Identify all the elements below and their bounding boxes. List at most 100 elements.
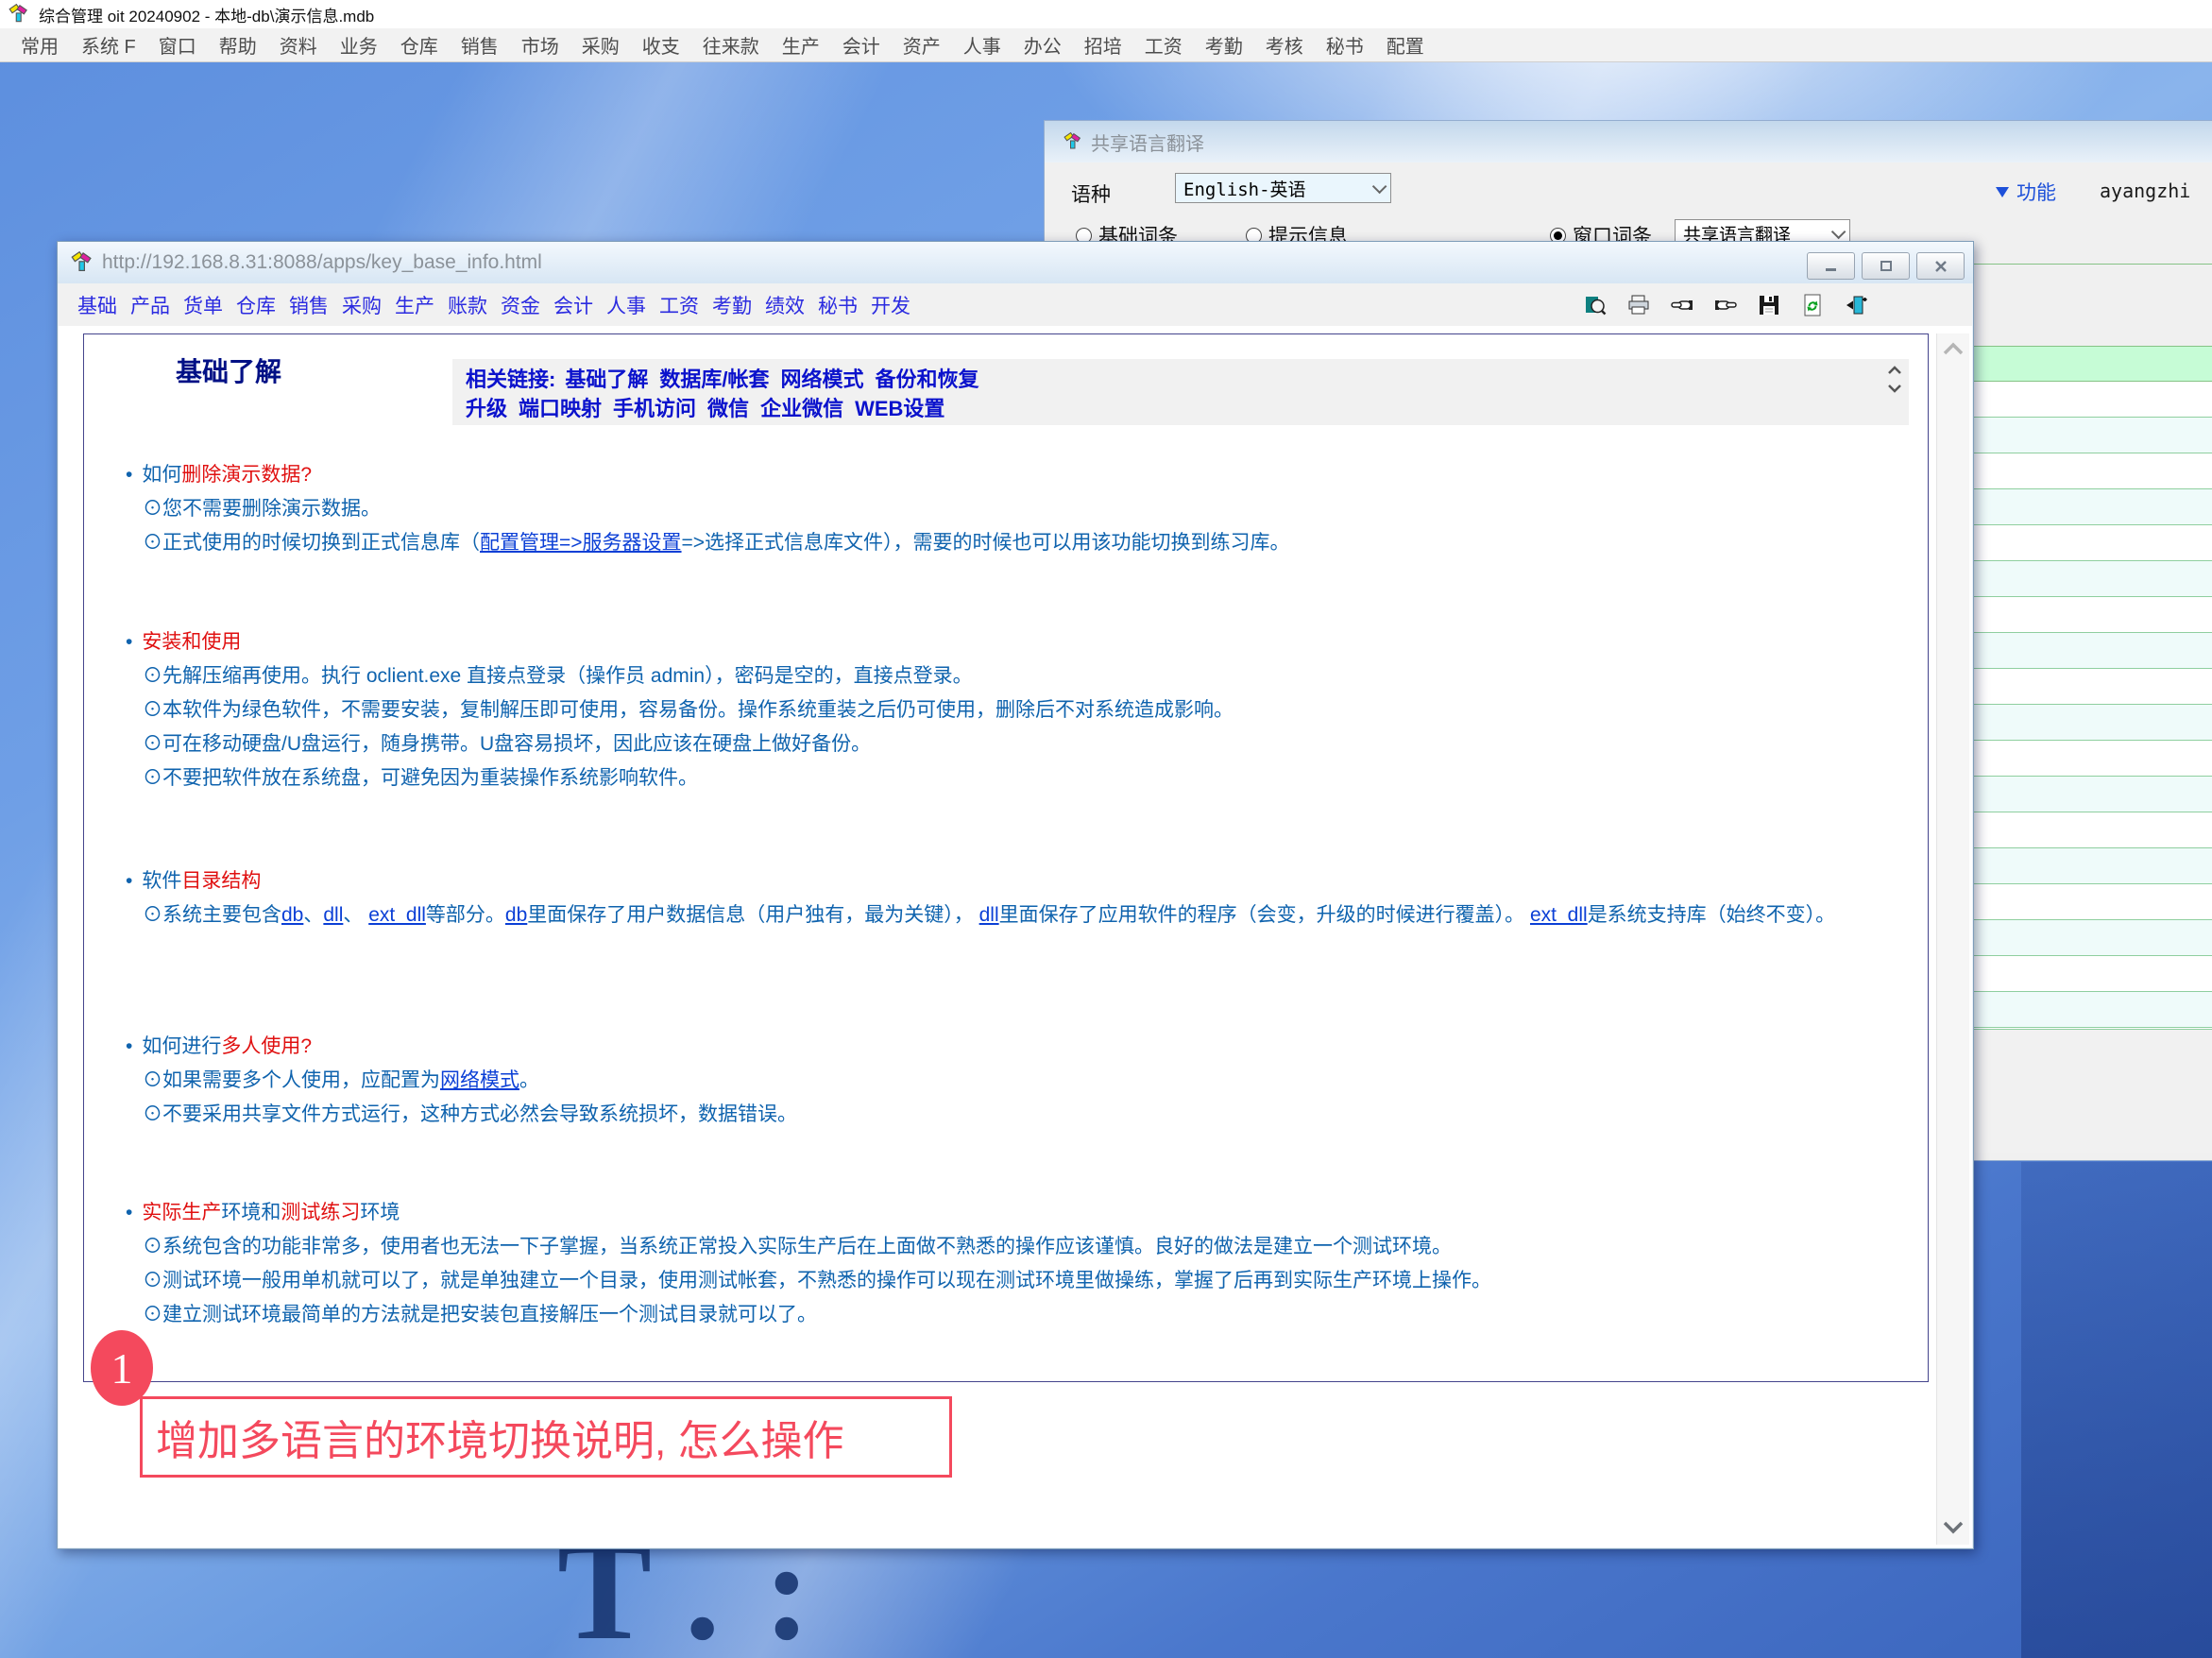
browser-titlebar: http://192.168.8.31:8088/apps/key_base_i…: [58, 242, 1973, 283]
browser-menu-item[interactable]: 产品: [124, 291, 177, 319]
print-icon[interactable]: [1627, 294, 1650, 316]
browser-menu-item[interactable]: 会计: [547, 291, 600, 319]
inline-link[interactable]: dll: [323, 904, 343, 926]
content-section: •如何进行多人使用?⊙如果需要多个人使用，应配置为网络模式。⊙不要采用共享文件方…: [126, 1030, 1901, 1132]
app-menu-item[interactable]: 考勤: [1194, 31, 1254, 59]
text-segment: 环境和: [221, 1202, 281, 1223]
app-menu-item[interactable]: 往来款: [691, 31, 771, 59]
language-select[interactable]: English-英语: [1175, 173, 1391, 203]
app-menu-item[interactable]: 系统 F: [70, 31, 147, 59]
inline-link[interactable]: db: [281, 904, 303, 926]
related-link[interactable]: 端口映射: [519, 397, 602, 420]
app-menu-item[interactable]: 仓库: [389, 31, 450, 59]
text-segment: 等部分。: [426, 904, 505, 926]
app-menu-item[interactable]: 资料: [268, 31, 329, 59]
text-segment: ⊙不要采用共享文件方式运行，这种方式必然会导致系统损坏，数据错误。: [143, 1103, 797, 1125]
app-menu-item[interactable]: 秘书: [1315, 31, 1375, 59]
app-menu-item[interactable]: 帮助: [208, 31, 268, 59]
text-segment: 环境: [360, 1202, 400, 1223]
browser-window: http://192.168.8.31:8088/apps/key_base_i…: [57, 241, 1974, 1549]
text-segment: 里面保存了用户数据信息（用户独有，最为关键），: [527, 904, 978, 926]
point-left-icon[interactable]: [1671, 294, 1693, 316]
content-section: •如何删除演示数据?⊙您不需要删除演示数据。⊙正式使用的时候切换到正式信息库（配…: [126, 458, 1901, 560]
app-menu-item[interactable]: 办公: [1012, 31, 1073, 59]
related-link[interactable]: 数据库/帐套: [659, 367, 769, 391]
related-link[interactable]: 基础了解: [565, 367, 648, 391]
app-menu-item[interactable]: 会计: [831, 31, 892, 59]
text-segment: ⊙如果需要多个人使用，应配置为: [143, 1069, 440, 1091]
related-link[interactable]: 微信: [707, 397, 749, 420]
inline-link[interactable]: ext_dll: [1530, 904, 1588, 926]
maximize-button[interactable]: [1862, 252, 1910, 280]
inline-link[interactable]: ext_dll: [368, 904, 426, 926]
related-link[interactable]: 网络模式: [780, 367, 863, 391]
scroll-up-icon[interactable]: [1886, 365, 1903, 375]
inline-link[interactable]: db: [505, 904, 527, 926]
browser-menu-item[interactable]: 资金: [494, 291, 547, 319]
related-link[interactable]: WEB设置: [855, 397, 944, 420]
text-segment: 多人使用?: [221, 1035, 312, 1057]
bullet-icon: •: [126, 631, 132, 653]
exit-icon[interactable]: [1845, 294, 1867, 316]
related-link[interactable]: 手机访问: [613, 397, 696, 420]
app-menu-item[interactable]: 资产: [892, 31, 952, 59]
browser-menu-item[interactable]: 货单: [177, 291, 230, 319]
browser-menu-item[interactable]: 开发: [864, 291, 917, 319]
inline-link[interactable]: 配置管理=>服务器设置: [480, 532, 682, 554]
scrollbar-down-icon[interactable]: [1942, 1520, 1965, 1535]
point-right-icon[interactable]: [1714, 294, 1737, 316]
related-link[interactable]: 备份和恢复: [875, 367, 978, 391]
app-menu-item[interactable]: 配置: [1375, 31, 1436, 59]
browser-menu-item[interactable]: 销售: [282, 291, 335, 319]
browser-menu-item[interactable]: 采购: [335, 291, 388, 319]
maximize-icon: [1878, 260, 1895, 273]
content-section: •安装和使用⊙先解压缩再使用。执行 oclient.exe 直接点登录（操作员 …: [126, 625, 1901, 795]
function-button[interactable]: 功能: [1996, 178, 2056, 206]
minimize-button[interactable]: [1807, 252, 1855, 280]
scroll-down-icon[interactable]: [1886, 384, 1903, 394]
related-links-box: 相关链接: 基础了解数据库/帐套网络模式备份和恢复 升级端口映射手机访问微信企业微…: [452, 359, 1909, 425]
browser-menu-item[interactable]: 考勤: [706, 291, 758, 319]
print-preview-icon[interactable]: [1584, 294, 1607, 316]
app-menu-item[interactable]: 收支: [631, 31, 691, 59]
app-menu-item[interactable]: 窗口: [147, 31, 208, 59]
app-menu-item[interactable]: 常用: [9, 31, 70, 59]
browser-menu-item[interactable]: 基础: [71, 291, 124, 319]
inline-link[interactable]: 网络模式: [440, 1069, 519, 1091]
text-segment: 是系统支持库（始终不变）。: [1588, 904, 1836, 926]
app-menu-item[interactable]: 生产: [771, 31, 831, 59]
related-prefix: 相关链接:: [466, 367, 555, 391]
close-icon: [1932, 260, 1949, 273]
browser-menu-item[interactable]: 账款: [441, 291, 494, 319]
app-menu-item[interactable]: 考核: [1254, 31, 1315, 59]
app-menu-item[interactable]: 销售: [450, 31, 510, 59]
save-icon[interactable]: [1758, 294, 1780, 316]
app-menu-item[interactable]: 招培: [1073, 31, 1133, 59]
browser-menu-item[interactable]: 生产: [388, 291, 441, 319]
section-item: ⊙不要采用共享文件方式运行，这种方式必然会导致系统损坏，数据错误。: [143, 1098, 1901, 1132]
browser-menu-item[interactable]: 工资: [653, 291, 706, 319]
browser-menu-item[interactable]: 秘书: [811, 291, 864, 319]
related-link[interactable]: 升级: [466, 397, 507, 420]
browser-menu-item[interactable]: 仓库: [230, 291, 282, 319]
app-menu-item[interactable]: 采购: [570, 31, 631, 59]
app-menu-item[interactable]: 业务: [329, 31, 389, 59]
browser-toolbar: [1584, 283, 1867, 326]
browser-menu-item[interactable]: 人事: [600, 291, 653, 319]
section-item: ⊙测试环境一般用单机就可以了，就是单独建立一个目录，使用测试帐套，不熟悉的操作可…: [143, 1264, 1901, 1298]
browser-content: 基础了解 相关链接: 基础了解数据库/帐套网络模式备份和恢复 升级端口映射手机访问…: [59, 326, 1972, 1547]
section-title: •如何删除演示数据?: [126, 458, 1901, 492]
scrollbar-up-icon[interactable]: [1942, 341, 1965, 356]
text-segment: ⊙测试环境一般用单机就可以了，就是单独建立一个目录，使用测试帐套，不熟悉的操作可…: [143, 1270, 1491, 1291]
app-menu-item[interactable]: 人事: [952, 31, 1012, 59]
app-menu-item[interactable]: 工资: [1133, 31, 1194, 59]
text-segment: ⊙建立测试环境最简单的方法就是把安装包直接解压一个测试目录就可以了。: [143, 1304, 817, 1325]
inline-link[interactable]: dll: [979, 904, 999, 926]
refresh-icon[interactable]: [1801, 294, 1824, 316]
related-link[interactable]: 企业微信: [760, 397, 843, 420]
app-menu-item[interactable]: 市场: [510, 31, 570, 59]
bullet-icon: •: [126, 464, 132, 486]
browser-menu-item[interactable]: 绩效: [758, 291, 811, 319]
close-button[interactable]: [1916, 252, 1965, 280]
content-scrollbar[interactable]: [1936, 333, 1969, 1545]
